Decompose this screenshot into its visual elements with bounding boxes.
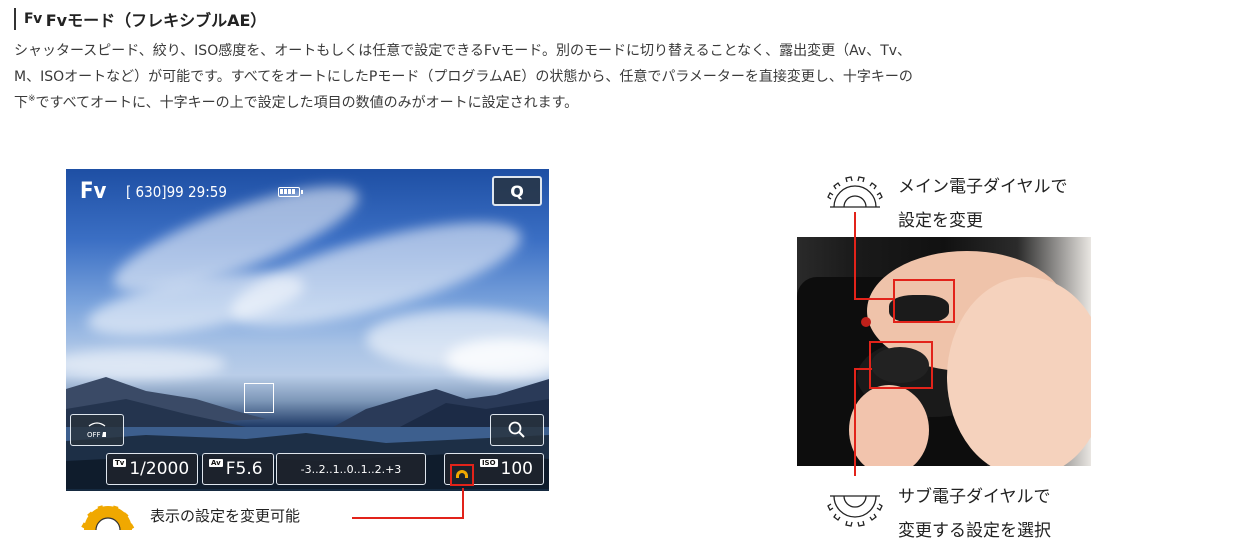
caption-display-settings: 表示の設定を変更可能	[150, 507, 301, 525]
dial-indicator-highlight	[450, 464, 474, 486]
magnify-icon	[508, 421, 525, 438]
iso-value: 100	[500, 459, 533, 479]
mode-indicator: Fv	[80, 179, 107, 204]
main-dial-highlight	[893, 279, 955, 323]
leader-line	[854, 212, 856, 300]
sub-dial-caption: サブ電子ダイヤルで 変更する設定を選択	[898, 487, 1051, 541]
sub-dial-highlight	[869, 341, 933, 389]
shutter-speed-value: 1/2000	[129, 459, 190, 479]
exposure-scale-text: -3..2..1..0..1..2.+3	[300, 462, 402, 476]
leader-line	[854, 368, 856, 476]
heading-bar	[14, 8, 16, 30]
quick-control-button[interactable]: Q	[492, 176, 542, 206]
dial-orange-icon	[81, 505, 135, 531]
main-dial-caption: メイン電子ダイヤルで 設定を変更	[898, 177, 1068, 231]
aperture-value: F5.6	[225, 459, 263, 479]
dial-arc-icon	[456, 470, 468, 478]
camera-lcd-screen: Fv [ 630]99 29:59 Q OFF Tv 1/2000 Av F5.…	[66, 169, 549, 491]
aperture-setting[interactable]: Av F5.6	[202, 453, 274, 485]
sub-dial-icon	[827, 495, 883, 527]
description-line: シャッタースピード、絞り、ISO感度を、オートもしくは任意で設定できるFvモード…	[14, 43, 912, 59]
magnify-button[interactable]	[490, 414, 544, 446]
description-line: 下※ですべてオートに、十字キーの上で設定した項目の数値のみがオートに設定されます…	[14, 94, 579, 111]
description-line: M、ISOオートなど）が可能です。すべてをオートにしたPモード（プログラムAE）…	[14, 69, 913, 85]
battery-icon	[278, 187, 303, 197]
camera-hand-photo	[797, 237, 1091, 466]
af-frame	[244, 383, 274, 413]
main-dial-icon	[827, 176, 883, 208]
fv-mode-icon: Fv	[24, 11, 42, 27]
page-title: Fvモード（フレキシブルAE）	[45, 11, 267, 30]
touch-shutter-icon: OFF	[87, 422, 106, 439]
touch-shutter-button[interactable]: OFF	[70, 414, 124, 446]
leader-line	[462, 488, 464, 518]
exposure-compensation-scale[interactable]: -3..2..1..0..1..2.+3	[276, 453, 426, 485]
shots-remaining: [ 630]99 29:59	[126, 183, 227, 201]
footnote-mark: ※	[28, 94, 36, 104]
svg-text:OFF: OFF	[87, 431, 101, 439]
leader-line	[854, 368, 872, 370]
leader-line	[854, 298, 894, 300]
description: シャッタースピード、絞り、ISO感度を、オートもしくは任意で設定できるFvモード…	[14, 38, 1240, 116]
section-heading: Fv Fvモード（フレキシブルAE）	[14, 8, 266, 30]
shutter-speed-setting[interactable]: Tv 1/2000	[106, 453, 198, 485]
leader-line	[352, 517, 464, 519]
